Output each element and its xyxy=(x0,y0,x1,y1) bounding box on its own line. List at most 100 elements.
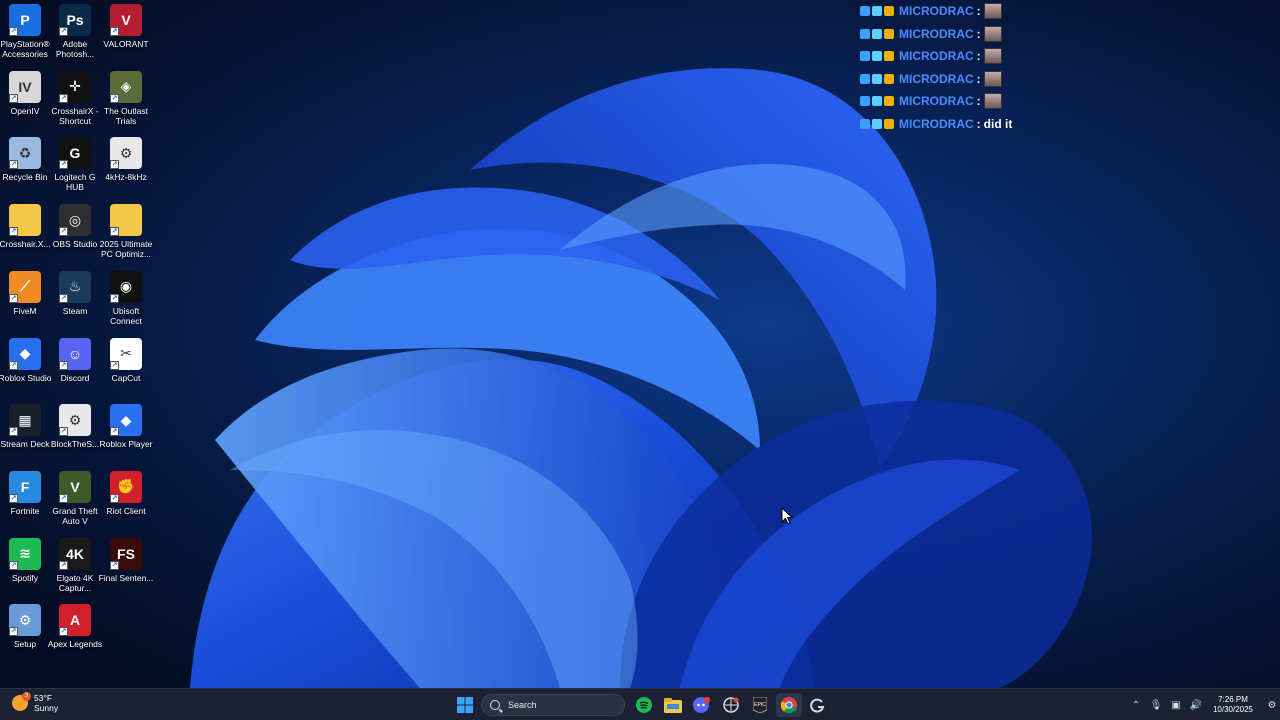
folder-icon: ↗ xyxy=(9,204,41,237)
desktop-icon[interactable]: ≋ ↗ Spotify xyxy=(0,537,51,602)
chat-message: MICRODRAC: xyxy=(860,90,1012,113)
chrome-icon xyxy=(781,697,797,713)
desktop-icon[interactable]: ↗ Crosshair.X... xyxy=(0,204,51,268)
desktop-icon[interactable]: ◆ ↗ Roblox Studio xyxy=(0,337,52,402)
moderator-badge-icon xyxy=(860,96,870,107)
desktop-icon[interactable]: IV ↗ OpenIV xyxy=(0,70,51,135)
chat-separator: : xyxy=(976,26,981,41)
chat-username: MICRODRAC xyxy=(899,116,974,131)
desktop-icon[interactable]: V ↗ VALORANT xyxy=(100,4,152,68)
weather-condition: Sunny xyxy=(34,703,59,713)
desktop-icon[interactable]: ↗ 2025 Ultimate PC Optimiz... xyxy=(100,204,152,268)
taskbar-search-box[interactable]: Search xyxy=(481,694,625,716)
desktop-icon[interactable]: A ↗ Apex Legends xyxy=(48,604,102,668)
network-button[interactable]: ▣ xyxy=(1166,689,1186,720)
desktop-icon[interactable]: ▦ ↗ Stream Deck xyxy=(0,404,51,468)
desktop-icon[interactable]: ◎ ↗ OBS Studio xyxy=(49,204,101,268)
shortcut-arrow-icon: ↗ xyxy=(9,627,18,637)
chat-emote-icon xyxy=(983,70,1002,87)
subscriber-badge-icon xyxy=(884,6,894,17)
prime-badge-icon xyxy=(872,6,882,17)
taskbar-discord[interactable] xyxy=(689,693,715,717)
desktop-icon[interactable]: ⚙ ↗ Setup xyxy=(0,604,51,668)
crosshair-app-icon xyxy=(723,697,739,713)
fivem-icon: ⟋ ↗ xyxy=(9,270,41,303)
shortcut-arrow-icon: ↗ xyxy=(110,427,119,437)
desktop-icon[interactable]: ⚙ ↗ BlockTheS... xyxy=(49,404,101,468)
shortcut-arrow-icon: ↗ xyxy=(9,560,18,570)
shortcut-arrow-icon: ↗ xyxy=(9,160,18,170)
notifications-button[interactable]: ⚙ xyxy=(1264,689,1280,720)
fortnite-icon: F ↗ xyxy=(9,470,41,503)
desktop-icon[interactable]: FS ↗ Final Senten... xyxy=(98,537,154,602)
prime-badge-icon xyxy=(872,51,882,62)
taskbar-file-explorer[interactable] xyxy=(660,693,686,717)
prime-badge-icon xyxy=(872,118,882,129)
chat-separator: : xyxy=(976,49,981,64)
desktop-icon[interactable]: Ps ↗ Adobe Photosh... xyxy=(49,4,101,68)
desktop-icon-label: Roblox Studio xyxy=(0,372,52,383)
desktop-icon[interactable]: P ↗ PlayStation® Accessories xyxy=(0,4,51,68)
taskbar-logitech[interactable] xyxy=(805,693,831,717)
shortcut-arrow-icon: ↗ xyxy=(110,360,119,370)
desktop-icon[interactable]: ✊ ↗ Riot Client xyxy=(100,470,152,535)
chevron-up-icon: ⌃ xyxy=(1131,699,1141,711)
epic-games-icon: EPIC xyxy=(753,697,767,713)
network-icon: ▣ xyxy=(1171,699,1181,711)
desktop-icon-label: Final Senten... xyxy=(98,572,154,583)
spotify-icon xyxy=(636,697,652,713)
desktop-icon[interactable]: 4K ↗ Elgato 4K Captur... xyxy=(49,537,101,602)
taskbar-spotify[interactable] xyxy=(631,693,657,717)
microphone-button[interactable]: 🎙 xyxy=(1146,689,1166,720)
folder-icon: ↗ xyxy=(110,204,142,237)
taskbar-epic-games[interactable]: EPIC xyxy=(747,693,773,717)
desktop-icon[interactable]: G ↗ Logitech G HUB xyxy=(49,137,101,201)
chat-emote-icon xyxy=(983,25,1002,42)
shortcut-arrow-icon: ↗ xyxy=(59,27,68,36)
desktop-icon[interactable]: ◉ ↗ Ubisoft Connect xyxy=(100,270,152,335)
start-button[interactable] xyxy=(452,693,478,717)
desktop-icon-label: Stream Deck xyxy=(0,439,50,450)
shortcut-arrow-icon: ↗ xyxy=(59,293,68,303)
subscriber-badge-icon xyxy=(884,73,894,84)
chat-message: MICRODRAC: xyxy=(860,0,1012,23)
desktop-icon[interactable]: ⟋ ↗ FiveM xyxy=(0,270,51,335)
desktop-icon[interactable]: ☺ ↗ Discord xyxy=(49,337,101,402)
shortcut-arrow-icon: ↗ xyxy=(9,227,18,237)
desktop-icon[interactable]: ◈ ↗ The Outlast Trials xyxy=(100,70,152,135)
desktop-icon-label: Elgato 4K Captur... xyxy=(56,572,94,593)
desktop-icon-label: Discord xyxy=(60,372,90,383)
volume-button[interactable]: 🔊 xyxy=(1186,689,1206,720)
desktop-icon[interactable]: ◆ ↗ Roblox Player xyxy=(100,404,152,468)
outlast-icon: ◈ ↗ xyxy=(110,70,142,103)
taskbar-crosshair-app[interactable] xyxy=(718,693,744,717)
shortcut-arrow-icon: ↗ xyxy=(9,427,18,437)
desktop-icon[interactable]: ✛ ↗ CrosshairX - Shortcut xyxy=(49,70,101,135)
shortcut-arrow-icon: ↗ xyxy=(9,360,18,370)
desktop-icon[interactable]: ✂ ↗ CapCut xyxy=(100,337,152,402)
weather-alert-badge: 3 xyxy=(22,692,31,701)
windows-start-icon xyxy=(457,697,473,713)
apex-icon: A ↗ xyxy=(59,604,91,637)
weather-widget[interactable]: 3 53°F Sunny xyxy=(12,692,59,713)
desktop-icon-label: 4kHz-8kHz xyxy=(105,172,147,183)
desktop-icon-label: Setup xyxy=(13,639,37,650)
moderator-badge-icon xyxy=(860,73,870,84)
desktop-icon[interactable]: ⚙ ↗ 4kHz-8kHz xyxy=(100,137,152,201)
capcut-icon: ✂ ↗ xyxy=(110,337,142,370)
desktop-icon[interactable]: F ↗ Fortnite xyxy=(0,470,51,535)
desktop-icon[interactable]: ♻ ↗ Recycle Bin xyxy=(0,137,51,201)
desktop-icon-label: The Outlast Trials xyxy=(104,105,148,126)
show-hidden-icons-button[interactable]: ⌃ xyxy=(1126,689,1146,720)
shortcut-arrow-icon: ↗ xyxy=(59,227,68,237)
desktop-icon-label: FiveM xyxy=(13,305,37,316)
chat-separator: : xyxy=(976,94,981,109)
taskbar-chrome[interactable] xyxy=(776,693,802,717)
desktop-icon[interactable]: ♨ ↗ Steam xyxy=(49,270,101,335)
clock[interactable]: 7:26 PM 10/30/2025 xyxy=(1206,695,1260,715)
settings-file-icon: ⚙ ↗ xyxy=(110,137,142,170)
shortcut-arrow-icon: ↗ xyxy=(110,160,119,170)
gta-icon: V ↗ xyxy=(59,470,91,503)
desktop-icon[interactable]: V ↗ Grand Theft Auto V xyxy=(49,470,101,535)
chat-separator: : xyxy=(976,4,981,19)
